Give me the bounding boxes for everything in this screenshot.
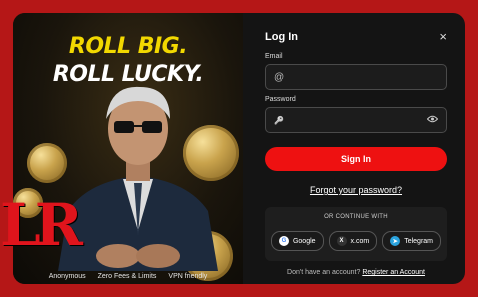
feature-zero-fees: Zero Fees & Limits (98, 273, 157, 280)
feature-vpn-friendly: VPN friendly (168, 273, 207, 280)
google-button[interactable]: G Google (270, 231, 324, 251)
google-icon: G (278, 236, 289, 246)
feature-anonymous-label: Anonymous (48, 273, 86, 280)
feature-zero-fees-label: Zero Fees & Limits (97, 273, 157, 280)
social-login-box: OR CONTINUE WITH G Google X x.com ➤ Tele… (265, 207, 447, 261)
eye-icon[interactable] (426, 114, 439, 126)
login-modal: ROLL BIG. ROLL LUCKY. Anonymous Zero Fee… (13, 13, 465, 284)
close-icon[interactable]: × (439, 29, 447, 44)
modal-title: Log In (265, 30, 298, 43)
telegram-icon: ➤ (390, 236, 401, 246)
forgot-password-link[interactable]: Forgot your password? (265, 185, 447, 195)
feature-anonymous: Anonymous (49, 273, 86, 280)
telegram-label: Telegram (404, 237, 434, 245)
headline-line-1: ROLL BIG. (68, 34, 188, 59)
x-button[interactable]: X x.com (328, 231, 378, 251)
password-label: Password (265, 96, 296, 103)
x-icon: X (336, 236, 347, 246)
headline-line-2: ROLL LUCKY. (52, 62, 204, 87)
email-field[interactable]: @ (265, 64, 447, 90)
x-label: x.com (350, 237, 370, 245)
sign-in-button[interactable]: Sign In (265, 147, 447, 171)
no-account-text: Don't have an account? (287, 269, 361, 276)
google-label: Google (292, 237, 316, 245)
promo-headline: ROLL BIG. ROLL LUCKY. (13, 33, 243, 89)
telegram-button[interactable]: ➤ Telegram (382, 231, 442, 251)
feature-list: Anonymous Zero Fees & Limits VPN friendl… (13, 273, 243, 280)
login-form: Log In × Email @ Password 🔑 Sign In Forg… (243, 13, 465, 284)
password-field[interactable]: 🔑 (265, 107, 447, 133)
social-buttons: G Google X x.com ➤ Telegram (265, 231, 447, 251)
at-icon: @ (274, 71, 285, 83)
feature-vpn-label: VPN friendly (168, 273, 208, 280)
register-link[interactable]: Register an Account (362, 269, 425, 276)
lr-logo: LR (0, 191, 83, 259)
register-prompt: Don't have an account? Register an Accou… (265, 269, 447, 276)
email-label: Email (265, 53, 283, 60)
continue-with-label: OR CONTINUE WITH (324, 214, 388, 220)
key-icon: 🔑 (274, 115, 284, 125)
modal-header: Log In × (265, 29, 447, 44)
